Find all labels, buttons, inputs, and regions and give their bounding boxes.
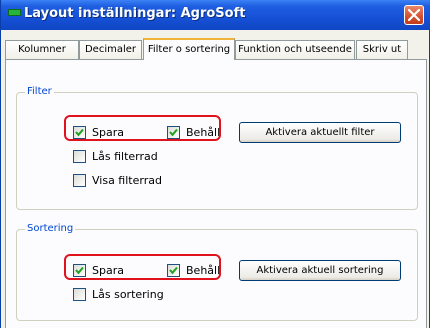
visa-filterrad-checkbox[interactable]: Visa filterrad bbox=[73, 173, 162, 187]
checkbox-box[interactable] bbox=[73, 173, 86, 187]
activate-filter-button[interactable]: Aktivera aktuellt filter bbox=[239, 122, 401, 143]
tab-strip: Kolumner Decimaler Filter o sortering Fu… bbox=[1, 38, 430, 60]
las-sortering-label: Lås sortering bbox=[92, 287, 164, 301]
filter-group-title: Filter bbox=[25, 85, 54, 99]
close-button[interactable] bbox=[404, 5, 424, 25]
app-icon bbox=[8, 9, 21, 16]
visa-filterrad-label: Visa filterrad bbox=[92, 173, 162, 187]
close-icon bbox=[408, 9, 420, 21]
tab-funktion-och-utseende[interactable]: Funktion och utseende bbox=[235, 40, 355, 59]
activate-sort-button[interactable]: Aktivera aktuell sortering bbox=[239, 260, 401, 281]
las-filterrad-checkbox[interactable]: Lås filterrad bbox=[73, 149, 158, 163]
filter-groupbox: Filter Spara Behåll Aktivera aktuellt fi… bbox=[16, 85, 418, 210]
tab-decimaler[interactable]: Decimaler bbox=[79, 40, 142, 59]
tab-kolumner[interactable]: Kolumner bbox=[5, 40, 79, 59]
window-title: Layout inställningar: AgroSoft bbox=[24, 6, 246, 21]
highlight-sort-options bbox=[64, 254, 221, 280]
title-bar[interactable]: Layout inställningar: AgroSoft bbox=[1, 0, 430, 30]
checkbox-box[interactable] bbox=[73, 149, 86, 163]
sort-group-title: Sortering bbox=[25, 222, 76, 236]
tab-filter-o-sortering[interactable]: Filter o sortering bbox=[143, 38, 235, 60]
las-sortering-checkbox[interactable]: Lås sortering bbox=[73, 287, 164, 301]
tab-skriv-ut[interactable]: Skriv ut bbox=[356, 40, 408, 59]
highlight-filter-options bbox=[64, 115, 221, 141]
las-filterrad-label: Lås filterrad bbox=[92, 149, 158, 163]
tab-panel: Filter Spara Behåll Aktivera aktuellt fi… bbox=[5, 59, 427, 328]
checkbox-box[interactable] bbox=[73, 287, 86, 301]
dialog-window: Layout inställningar: AgroSoft Kolumner … bbox=[0, 0, 430, 328]
